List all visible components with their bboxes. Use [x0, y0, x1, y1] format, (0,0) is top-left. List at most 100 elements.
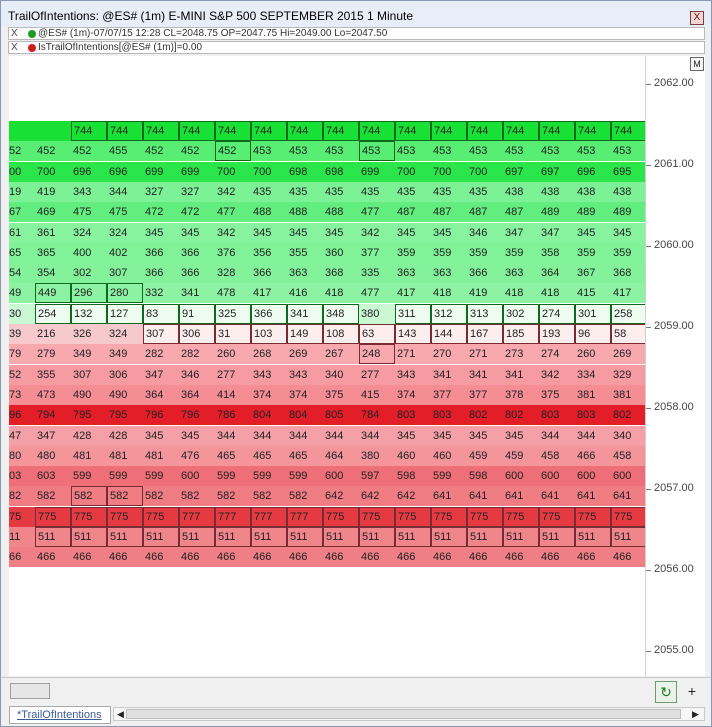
heatmap-row: 73 473 490 490 364 364 414 374 374 375 415 374 377 37…	[9, 384, 645, 405]
heatmap-cell: 359	[433, 246, 452, 259]
heatmap-cell: 481	[109, 449, 128, 462]
heatmap-cell: 52	[9, 368, 22, 381]
heatmap-cell: 487	[505, 206, 524, 219]
heatmap-cell: 796	[181, 409, 200, 422]
heatmap-cell: 598	[397, 470, 416, 483]
heatmap-cell: 346	[181, 368, 200, 381]
axis-label: 2062.00	[654, 77, 694, 89]
heatmap-cell: 795	[73, 409, 92, 422]
scroll-left-icon[interactable]: ◀	[117, 709, 124, 720]
price-axis[interactable]: 2062.00 2061.00 2060.00 2059.00 2058.00 2057.…	[645, 56, 705, 676]
heatmap-cell: 306	[109, 368, 128, 381]
heatmap-cell: 641	[433, 490, 452, 503]
axis-tick	[646, 651, 651, 652]
heatmap-cell: 279	[37, 348, 56, 361]
axis-label: 2058.00	[654, 401, 694, 413]
heatmap-cell: 414	[217, 388, 236, 401]
refresh-button[interactable]: ↻	[655, 681, 677, 703]
heatmap-cell: 458	[613, 449, 632, 462]
heatmap-cell: 368	[613, 267, 632, 280]
bottom-toolbar: ↻ +	[1, 677, 711, 703]
heatmap-cell: 274	[541, 348, 560, 361]
heatmap-cell: 345	[433, 429, 452, 442]
heatmap-cell: 488	[325, 206, 344, 219]
zoom-in-button[interactable]: +	[681, 681, 703, 703]
heatmap-cell: 582	[107, 486, 143, 507]
horizontal-scrollbar[interactable]: ◀ ▶	[113, 707, 705, 721]
heatmap-cell: 376	[217, 246, 236, 259]
heatmap-cell: 696	[73, 165, 92, 178]
heatmap-cell: 307	[109, 267, 128, 280]
heatmap-cell: 355	[37, 368, 56, 381]
heatmap-cell: 599	[433, 470, 452, 483]
scroll-right-icon[interactable]: ▶	[692, 709, 699, 720]
axis-mode-button[interactable]: M	[690, 57, 704, 71]
heatmap-cell: 334	[577, 368, 596, 381]
heatmap-cell: 472	[181, 206, 200, 219]
heatmap-cell: 67	[9, 206, 22, 219]
heatmap-cell: 343	[73, 185, 92, 198]
heatmap-cell: 96	[575, 324, 611, 344]
heatmap-cell: 342	[217, 226, 236, 239]
heatmap-cell: 699	[181, 165, 200, 178]
heatmap-cell: 65	[9, 246, 22, 259]
tab-bar: *TrailOfIntentions ◀ ▶	[1, 704, 711, 726]
heatmap-cell: 341	[505, 368, 524, 381]
heatmap-cell: 273	[505, 348, 524, 361]
remove-indicator-button[interactable]: X	[11, 42, 18, 53]
heatmap-cell: 344	[361, 429, 380, 442]
heatmap-cell: 66	[9, 551, 22, 564]
heatmap-cell: 775	[467, 506, 503, 527]
heatmap-cell: 381	[613, 388, 632, 401]
heatmap-cell: 366	[253, 267, 272, 280]
remove-series-button[interactable]: X	[11, 28, 18, 39]
heatmap-cell: 418	[505, 287, 524, 300]
heatmap-cell: 697	[505, 165, 524, 178]
heatmap-cell: 435	[289, 185, 308, 198]
heatmap-cell: 453	[613, 145, 632, 158]
heatmap-cell: 699	[145, 165, 164, 178]
heatmap-cell: 466	[73, 551, 92, 564]
heatmap-cell: 419	[37, 185, 56, 198]
heatmap-cell: 511	[395, 527, 431, 547]
heatmap-cell: 344	[577, 429, 596, 442]
heatmap-cell: 260	[217, 348, 236, 361]
heatmap-cell: 641	[469, 490, 488, 503]
close-window-button[interactable]: X	[690, 11, 704, 25]
scrollbar-thumb[interactable]	[126, 709, 681, 719]
heatmap-cell: 775	[323, 506, 359, 527]
heatmap-cell: 744	[179, 121, 215, 141]
heatmap-cell: 744	[251, 121, 287, 141]
heatmap-cell: 641	[577, 490, 596, 503]
heatmap-cell: 796	[145, 409, 164, 422]
heatmap-cell: 367	[577, 267, 596, 280]
heatmap-cell: 465	[217, 449, 236, 462]
heatmap-cell: 324	[109, 328, 128, 340]
heatmap-cell: 465	[253, 449, 272, 462]
heatmap-cell: 344	[289, 429, 308, 442]
heatmap-row: 80 480 481 481 481 476 465 465 465 464 380 460 460 45…	[9, 445, 645, 466]
heatmap-cell: 487	[469, 206, 488, 219]
heatmap-cell: 343	[253, 368, 272, 381]
tab-trailofintentions[interactable]: *TrailOfIntentions	[9, 706, 111, 724]
chart-scroll-box[interactable]	[10, 683, 50, 699]
heatmap-chart[interactable]: 744 744 744 744 744 744 744 744 744 744 744 744 744 7…	[9, 56, 645, 676]
heatmap-cell: 341	[469, 368, 488, 381]
heatmap-cell: 777	[215, 506, 251, 527]
heatmap-cell: 466	[361, 551, 380, 564]
heatmap-cell: 600	[325, 470, 344, 483]
heatmap-cell: 775	[107, 506, 143, 527]
series-row-indicator: X IsTrailOfIntentions[@ES# (1m)]=0.00	[8, 41, 705, 54]
heatmap-cell: 313	[467, 303, 503, 324]
heatmap-cell: 356	[253, 246, 272, 259]
heatmap-cell: 63	[359, 324, 395, 344]
heatmap-row: 65 365 400 402 366 366 376 356 355 360 377 359 359 35…	[9, 242, 645, 263]
heatmap-cell: 345	[145, 226, 164, 239]
heatmap-cell: 473	[37, 388, 56, 401]
heatmap-cell: 466	[433, 551, 452, 564]
axis-tick	[646, 489, 651, 490]
heatmap-cell: 582	[71, 486, 107, 507]
heatmap-cell: 193	[539, 324, 575, 344]
heatmap-cell: 258	[611, 303, 645, 324]
heatmap-cell: 466	[325, 551, 344, 564]
